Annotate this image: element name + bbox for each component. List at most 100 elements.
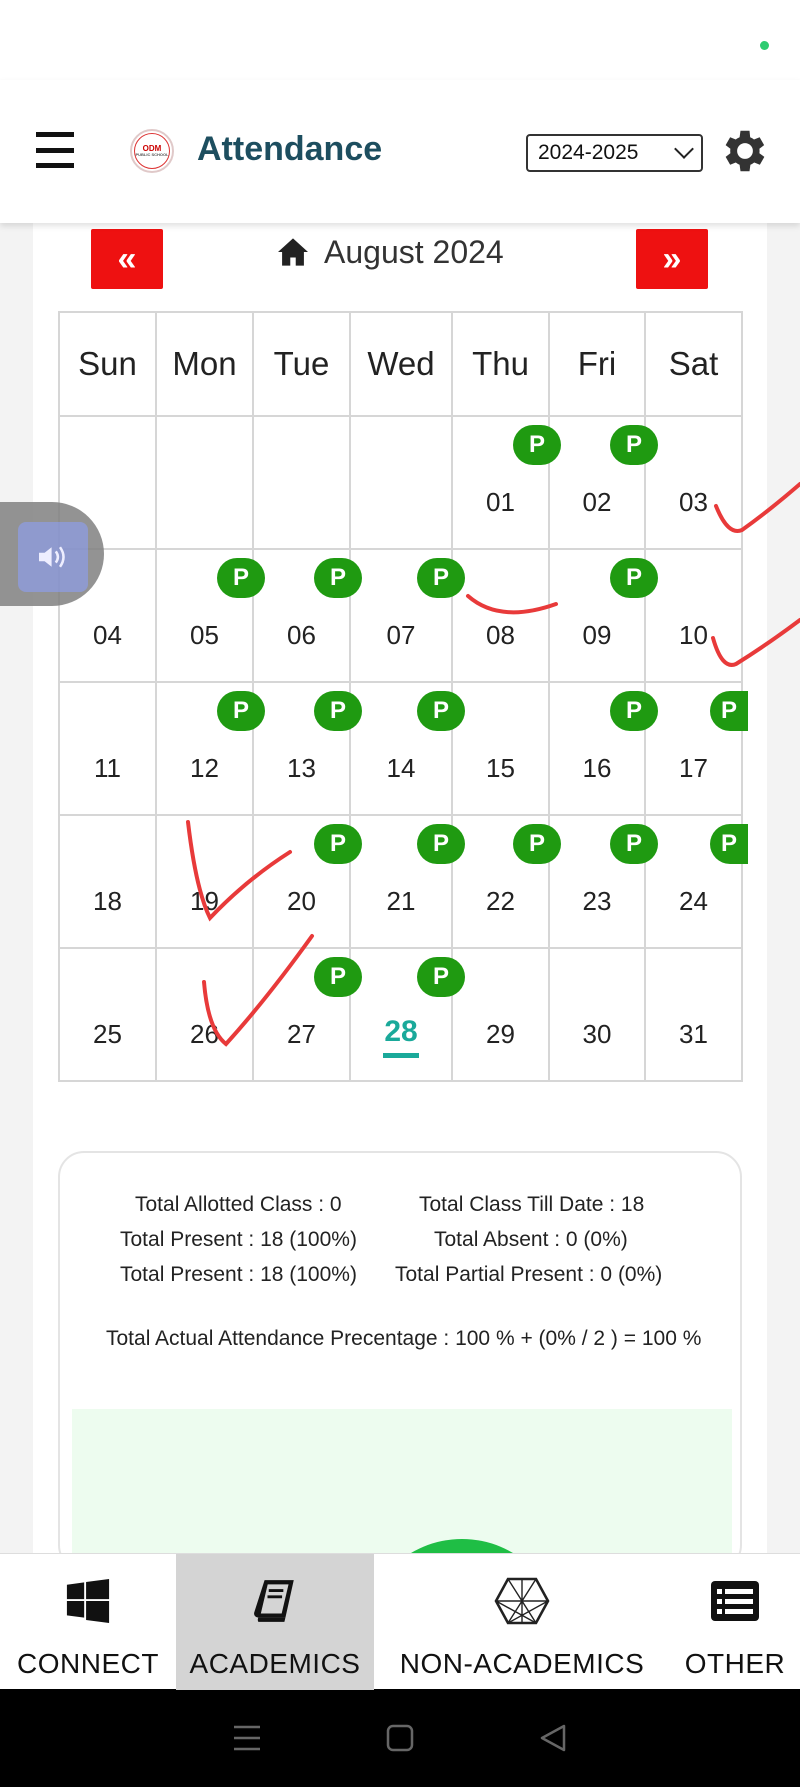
calendar-day-cell[interactable]: P 27	[252, 947, 362, 1082]
next-month-button[interactable]: »	[636, 229, 708, 289]
nav-non-academics[interactable]: NON-ACADEMICS	[374, 1554, 670, 1690]
day-number: 08	[486, 620, 515, 650]
calendar-week-row: P 01 P 02 03	[58, 415, 743, 550]
total-present-repeat: Total Present : 18 (100%)	[120, 1263, 357, 1286]
home-icon[interactable]	[276, 237, 310, 267]
today-day-number: 28	[384, 1015, 418, 1048]
calendar-day-cell[interactable]: P 17	[644, 681, 748, 816]
nav-other[interactable]: OTHER	[670, 1554, 800, 1690]
calendar-day-cell[interactable]: 10	[644, 548, 743, 683]
nav-non-academics-label: NON-ACADEMICS	[399, 1648, 645, 1679]
day-number: 21	[386, 886, 416, 916]
hamburger-menu-icon[interactable]	[36, 132, 74, 168]
speaker-icon	[39, 546, 65, 568]
day-number: 29	[486, 1019, 515, 1049]
calendar-day-cell[interactable]: P 06	[252, 548, 362, 683]
gear-icon[interactable]	[718, 124, 772, 178]
weekday-header-row: Sun Mon Tue Wed Thu Fri Sat	[58, 311, 743, 417]
calendar-day-cell[interactable]: 03	[644, 415, 743, 550]
day-number: 14	[386, 753, 416, 783]
academic-year-value: 2024-2025	[538, 141, 639, 164]
recent-apps-button[interactable]	[227, 1718, 267, 1758]
calendar-day-cell[interactable]: P 02	[548, 415, 658, 550]
calendar-day-cell[interactable]: 15	[451, 681, 550, 816]
notification-dot-icon	[760, 41, 769, 50]
calendar-day-cell[interactable]: P 16	[548, 681, 658, 816]
nav-other-label: OTHER	[684, 1648, 786, 1679]
day-number: 18	[93, 886, 122, 916]
present-badge: P	[710, 691, 748, 731]
calendar-week-row: 25 26 P 27 P 28 29 30 31	[58, 947, 743, 1082]
weekday-header: Thu	[451, 311, 550, 417]
day-number: 27	[287, 1019, 316, 1049]
day-number: 22	[486, 886, 515, 916]
calendar-day-cell[interactable]: P 07	[349, 548, 465, 683]
calendar-empty-cell	[155, 415, 254, 550]
previous-month-button[interactable]: «	[91, 229, 163, 289]
calendar-day-cell[interactable]: 19	[155, 814, 254, 949]
calendar-day-cell[interactable]: P 12	[155, 681, 265, 816]
chevron-down-icon	[674, 139, 694, 159]
day-number: 07	[386, 620, 416, 650]
status-bar	[0, 0, 800, 80]
day-number: 20	[287, 886, 316, 916]
present-badge: P	[710, 824, 748, 864]
day-number: 17	[679, 753, 708, 783]
calendar-day-cell[interactable]: P 05	[155, 548, 265, 683]
day-number: 16	[582, 753, 612, 783]
day-number: 10	[679, 620, 708, 650]
calendar-day-cell[interactable]: 26	[155, 947, 254, 1082]
recents-icon	[233, 1725, 260, 1751]
calendar-day-cell[interactable]: 29	[451, 947, 550, 1082]
calendar-week-row: 11 P 12 P 13 P 14 15 P 16 P 17	[58, 681, 748, 816]
page-title: Attendance	[197, 130, 383, 168]
calendar-day-cell[interactable]: 30	[548, 947, 646, 1082]
today-underline	[383, 1053, 419, 1058]
home-square-icon	[386, 1724, 414, 1752]
back-system-button[interactable]	[533, 1718, 573, 1758]
bottom-navigation: CONNECT ACADEMICS NON-ACADEMICS OTHER	[0, 1553, 800, 1690]
weekday-header: Fri	[548, 311, 646, 417]
home-system-button[interactable]	[380, 1718, 420, 1758]
calendar-week-row: 18 19 P 20 P 21 P 22 P 23 P 24	[58, 814, 748, 949]
calendar-day-cell[interactable]: P 23	[548, 814, 658, 949]
weekday-header: Wed	[349, 311, 453, 417]
calendar-day-cell[interactable]: 18	[58, 814, 157, 949]
calendar-empty-cell	[349, 415, 453, 550]
school-logo: ODM PUBLIC SCHOOL	[130, 129, 174, 173]
calendar-day-cell[interactable]: P 13	[252, 681, 362, 816]
calendar-day-cell[interactable]: 08	[451, 548, 550, 683]
day-number: 11	[94, 753, 121, 783]
day-number: 15	[486, 753, 515, 783]
total-allotted-class: Total Allotted Class : 0	[135, 1193, 342, 1216]
system-navigation-bar	[0, 1689, 800, 1787]
accessibility-speaker-button[interactable]	[0, 502, 104, 606]
nav-connect[interactable]: CONNECT	[0, 1554, 176, 1690]
back-triangle-icon	[541, 1724, 566, 1752]
day-number: 25	[93, 1019, 122, 1049]
calendar-day-cell[interactable]: P 28	[349, 947, 465, 1082]
day-number: 05	[190, 620, 219, 650]
nav-academics[interactable]: ACADEMICS	[176, 1554, 374, 1690]
calendar-day-cell[interactable]: P 09	[548, 548, 658, 683]
attendance-chart-area	[72, 1409, 732, 1569]
weekday-header: Mon	[155, 311, 254, 417]
nav-connect-label: CONNECT	[17, 1648, 159, 1679]
book-icon	[254, 1580, 294, 1622]
day-number: 02	[582, 487, 612, 517]
calendar-day-cell[interactable]: 31	[644, 947, 743, 1082]
calendar-day-cell[interactable]: P 22	[451, 814, 561, 949]
app-header: ODM PUBLIC SCHOOL Attendance 2024-2025	[0, 80, 800, 223]
calendar-day-cell[interactable]: P 01	[451, 415, 561, 550]
calendar-day-cell[interactable]: P 20	[252, 814, 362, 949]
nav-academics-label: ACADEMICS	[189, 1648, 361, 1679]
day-number: 26	[190, 1019, 219, 1049]
calendar-day-cell[interactable]: P 14	[349, 681, 465, 816]
calendar-day-cell[interactable]: P 21	[349, 814, 465, 949]
calendar-day-cell[interactable]: 25	[58, 947, 157, 1082]
calendar-day-cell[interactable]: P 24	[644, 814, 748, 949]
calendar-day-cell[interactable]: 11	[58, 681, 157, 816]
total-partial-present: Total Partial Present : 0 (0%)	[395, 1263, 663, 1286]
academic-year-select[interactable]: 2024-2025	[526, 134, 703, 172]
day-number: 03	[679, 487, 708, 517]
